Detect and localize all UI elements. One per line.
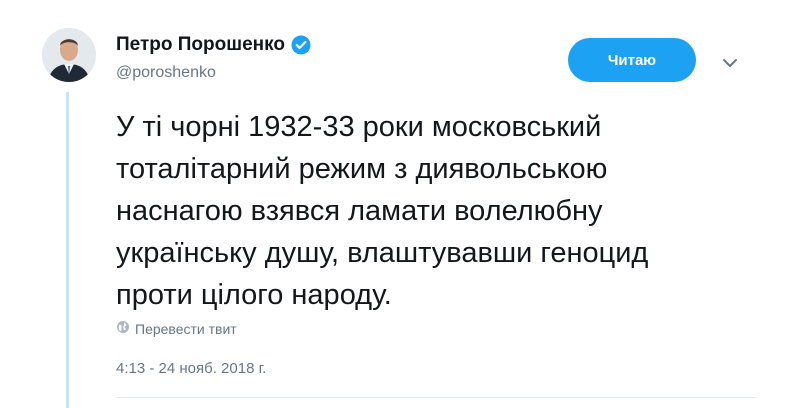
tweet-timestamp[interactable]: 4:13 - 24 нояб. 2018 г. [116, 360, 266, 377]
divider [116, 397, 756, 398]
globe-icon [116, 320, 130, 337]
author-handle[interactable]: @poroshenko [116, 64, 216, 82]
follow-button[interactable]: Читаю [568, 38, 696, 82]
author-name[interactable]: Петро Порошенко [116, 34, 285, 56]
author-name-row[interactable]: Петро Порошенко [116, 34, 311, 56]
avatar[interactable] [42, 28, 96, 82]
avatar-photo [42, 28, 96, 82]
chevron-down-icon[interactable] [722, 56, 738, 68]
verified-badge-icon [291, 35, 311, 55]
translate-tweet-link[interactable]: Перевести твит [116, 320, 237, 337]
tweet-text: У ті чорні 1932-33 роки московський тота… [116, 111, 649, 311]
thread-line [66, 92, 69, 408]
translate-label[interactable]: Перевести твит [135, 321, 237, 337]
